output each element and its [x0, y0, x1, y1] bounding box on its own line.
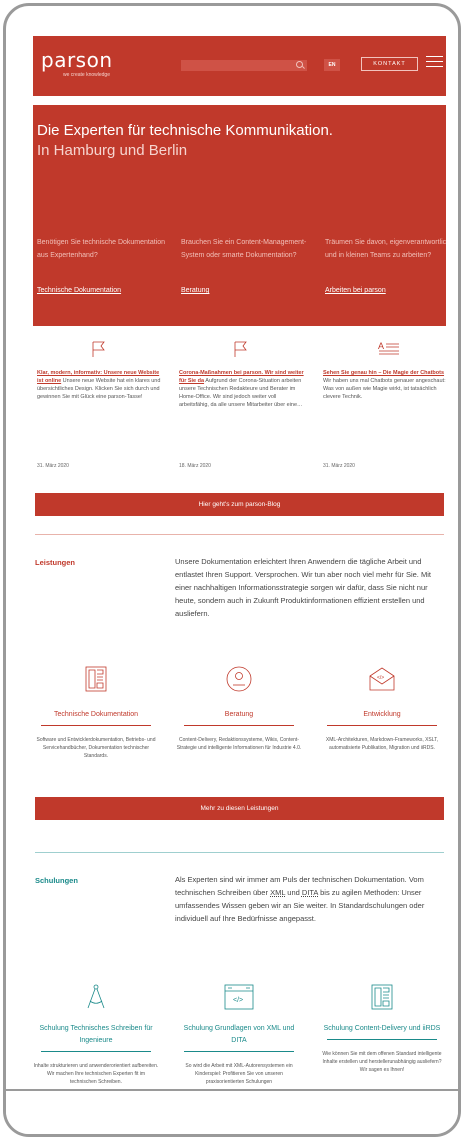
device-frame: parson we create knowledge EN KONTAKT Di… — [3, 3, 461, 1137]
section-label-schulungen: Schulungen — [35, 876, 78, 885]
document-layout-icon — [371, 984, 393, 1010]
hero-link-technische-dokumentation[interactable]: Technische Dokumentation — [37, 287, 121, 294]
training-desc: So wird die Arbeit mit XML-Autorensystem… — [185, 1063, 293, 1085]
service-title: Technische Dokumentation — [53, 711, 139, 718]
news-date: 31. März 2020 — [323, 463, 355, 469]
svg-text:A: A — [378, 341, 384, 351]
training-item[interactable]: Schulung Content-Delivery und iiRDS Wie … — [319, 984, 445, 1074]
logo-tagline: we create knowledge — [63, 72, 110, 78]
dita-link[interactable]: DITA — [302, 888, 318, 897]
news-date: 31. März 2020 — [37, 463, 69, 469]
news-item[interactable]: Klar, modern, informativ: Unsere neue We… — [37, 341, 162, 469]
news-date: 18. März 2020 — [179, 463, 211, 469]
section-divider — [35, 852, 444, 853]
document-layout-icon — [85, 666, 107, 692]
section-label-leistungen: Leistungen — [35, 558, 76, 567]
xml-link[interactable]: XML — [270, 888, 285, 897]
section-divider — [35, 534, 444, 535]
training-title: Schulung Technisches Schreiben für Ingen… — [39, 1025, 153, 1044]
news-item[interactable]: Corona-Maßnahmen bei parson. Wir sind we… — [179, 341, 304, 469]
training-desc: Inhalte strukturieren und anwenderorient… — [33, 1063, 159, 1085]
device-bezel — [6, 1089, 458, 1134]
hero-title: Die Experten für technische Kommunikatio… — [37, 122, 333, 139]
training-desc: Wie können Sie mit dem offenen Standard … — [322, 1051, 442, 1073]
flag-icon — [92, 341, 105, 357]
hero-question: Träumen Sie davon, eigenverantwortlich u… — [325, 239, 446, 259]
training-item[interactable]: </> Schulung Grundlagen von XML und DITA… — [176, 984, 302, 1086]
news-item[interactable]: A Sehen Sie genau hin – Die Magie der Ch… — [323, 341, 446, 469]
leistungen-text: Unsere Dokumentation erleichtert Ihren A… — [175, 557, 431, 618]
training-underline — [184, 1051, 294, 1052]
news-title[interactable]: Sehen Sie genau hin – Die Magie der Chat… — [323, 370, 444, 376]
service-item[interactable]: </> Entwicklung XML-Architekturen, Markd… — [319, 666, 445, 752]
screen: parson we create knowledge EN KONTAKT Di… — [33, 36, 446, 1089]
code-envelope-icon: </> — [369, 667, 395, 691]
contact-button[interactable]: KONTAKT — [361, 57, 418, 71]
hero-question: Brauchen Sie ein Content-Management-Syst… — [181, 239, 307, 259]
service-desc: Content-Delivery, Redaktionssysteme, Wik… — [176, 737, 302, 751]
service-desc: Software und Entwicklerdokumentation, Be… — [36, 737, 156, 759]
service-title: Beratung — [224, 711, 254, 718]
flag-icon — [234, 341, 247, 357]
training-title: Schulung Grundlagen von XML und DITA — [183, 1025, 295, 1044]
svg-text:</>: </> — [233, 997, 243, 1004]
compass-icon — [87, 984, 105, 1009]
svg-text:</>: </> — [377, 675, 384, 681]
search-icon[interactable] — [296, 61, 303, 68]
user-circle-icon — [226, 666, 252, 692]
hero-subtitle: In Hamburg und Berlin — [37, 142, 188, 159]
schulungen-text: Als Experten sind wir immer am Puls der … — [175, 875, 425, 923]
training-title: Schulung Content-Delivery und iiRDS — [323, 1025, 441, 1032]
hero-column: Brauchen Sie ein Content-Management-Syst… — [181, 236, 311, 297]
service-item[interactable]: Technische Dokumentation Software und En… — [33, 666, 159, 760]
service-item[interactable]: Beratung Content-Delivery, Redaktionssys… — [176, 666, 302, 752]
training-underline — [41, 1051, 151, 1052]
hero-link-arbeiten[interactable]: Arbeiten bei parson — [325, 287, 386, 294]
service-underline — [184, 725, 294, 726]
training-underline — [327, 1039, 437, 1040]
menu-icon[interactable] — [426, 56, 443, 69]
blog-button[interactable]: Hier geht's zum parson-Blog — [35, 493, 444, 516]
hero-column: Benötigen Sie technische Dokumentation a… — [37, 236, 167, 297]
services-button[interactable]: Mehr zu diesen Leistungen — [35, 797, 444, 820]
training-item[interactable]: Schulung Technisches Schreiben für Ingen… — [33, 984, 159, 1086]
hero-link-beratung[interactable]: Beratung — [181, 287, 209, 294]
hero-column: Träumen Sie davon, eigenverantwortlich u… — [325, 236, 446, 297]
hero: Die Experten für technische Kommunikatio… — [33, 105, 446, 326]
search-input[interactable] — [181, 60, 307, 71]
service-underline — [41, 725, 151, 726]
service-desc: XML-Architekturen, Markdown-Frameworks, … — [325, 737, 439, 751]
service-underline — [327, 725, 437, 726]
news-text: Wir haben uns mal Chatbots genauer anges… — [323, 378, 446, 400]
text-align-icon: A — [378, 341, 399, 355]
code-window-icon: </> — [224, 984, 254, 1010]
service-title: Entwicklung — [363, 711, 401, 718]
hero-question: Benötigen Sie technische Dokumentation a… — [37, 239, 166, 259]
logo[interactable]: parson — [41, 50, 113, 70]
language-button[interactable]: EN — [324, 59, 340, 71]
site-header: parson we create knowledge EN KONTAKT — [33, 36, 446, 96]
